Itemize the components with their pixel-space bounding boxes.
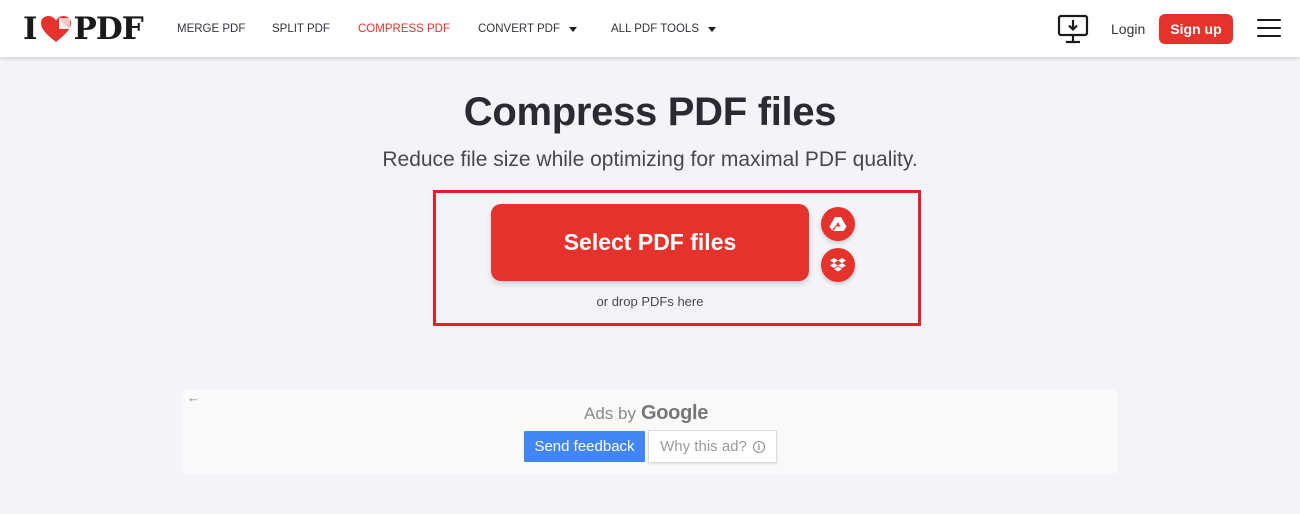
select-pdf-files-button[interactable]: Select PDF files [491, 204, 809, 281]
caret-down-icon [708, 26, 716, 32]
desktop-download-icon [1057, 14, 1089, 44]
dropbox-icon [830, 258, 846, 272]
logo-text-i: I [23, 11, 37, 47]
signup-button[interactable]: Sign up [1159, 14, 1233, 44]
ilovepdf-logo[interactable]: I PDF [23, 11, 144, 47]
nav-label: CONVERT PDF [478, 23, 561, 35]
nav-compress-pdf[interactable]: COMPRESS PDF [358, 23, 450, 35]
caret-down-icon [569, 26, 578, 32]
menu-line [1257, 35, 1281, 37]
google-drive-icon [829, 217, 847, 232]
nav-label: ALL PDF TOOLS [611, 23, 699, 35]
nav-merge-pdf[interactable]: MERGE PDF [177, 23, 245, 35]
ad-back-arrow-icon[interactable]: ← [187, 390, 200, 405]
top-navbar: I PDF MERGE PDF SPLIT PDF COMPRESS PDF C… [0, 0, 1300, 57]
why-this-ad-button[interactable]: Why this ad? i [648, 430, 777, 463]
nav-all-pdf-tools[interactable]: ALL PDF TOOLS [611, 23, 716, 35]
dropbox-button[interactable] [821, 248, 855, 282]
send-feedback-button[interactable]: Send feedback [524, 431, 645, 462]
google-wordmark: Google [640, 402, 709, 424]
nav-label: SPLIT PDF [272, 23, 330, 35]
ads-by-google-label: Ads by Google [584, 402, 708, 425]
google-drive-button[interactable] [821, 207, 855, 241]
nav-label: MERGE PDF [177, 23, 246, 35]
page-title: Compress PDF files [463, 90, 837, 134]
nav-split-pdf[interactable]: SPLIT PDF [272, 23, 330, 35]
info-icon: i [752, 440, 765, 453]
logo-text-pdf: PDF [73, 11, 144, 47]
drop-hint-text: or drop PDFs here [596, 294, 704, 309]
desktop-app-download-button[interactable] [1057, 14, 1089, 44]
nav-label: COMPRESS PDF [358, 23, 451, 35]
heart-icon [40, 16, 71, 42]
login-link[interactable]: Login [1111, 21, 1145, 37]
menu-line [1257, 27, 1281, 29]
page-subtitle: Reduce file size while optimizing for ma… [382, 148, 918, 171]
hamburger-menu-icon[interactable] [1257, 19, 1281, 39]
ads-by-text: Ads by [584, 404, 636, 423]
why-this-ad-label: Why this ad? [660, 438, 747, 455]
nav-convert-pdf[interactable]: CONVERT PDF [478, 23, 578, 35]
menu-line [1257, 19, 1281, 21]
